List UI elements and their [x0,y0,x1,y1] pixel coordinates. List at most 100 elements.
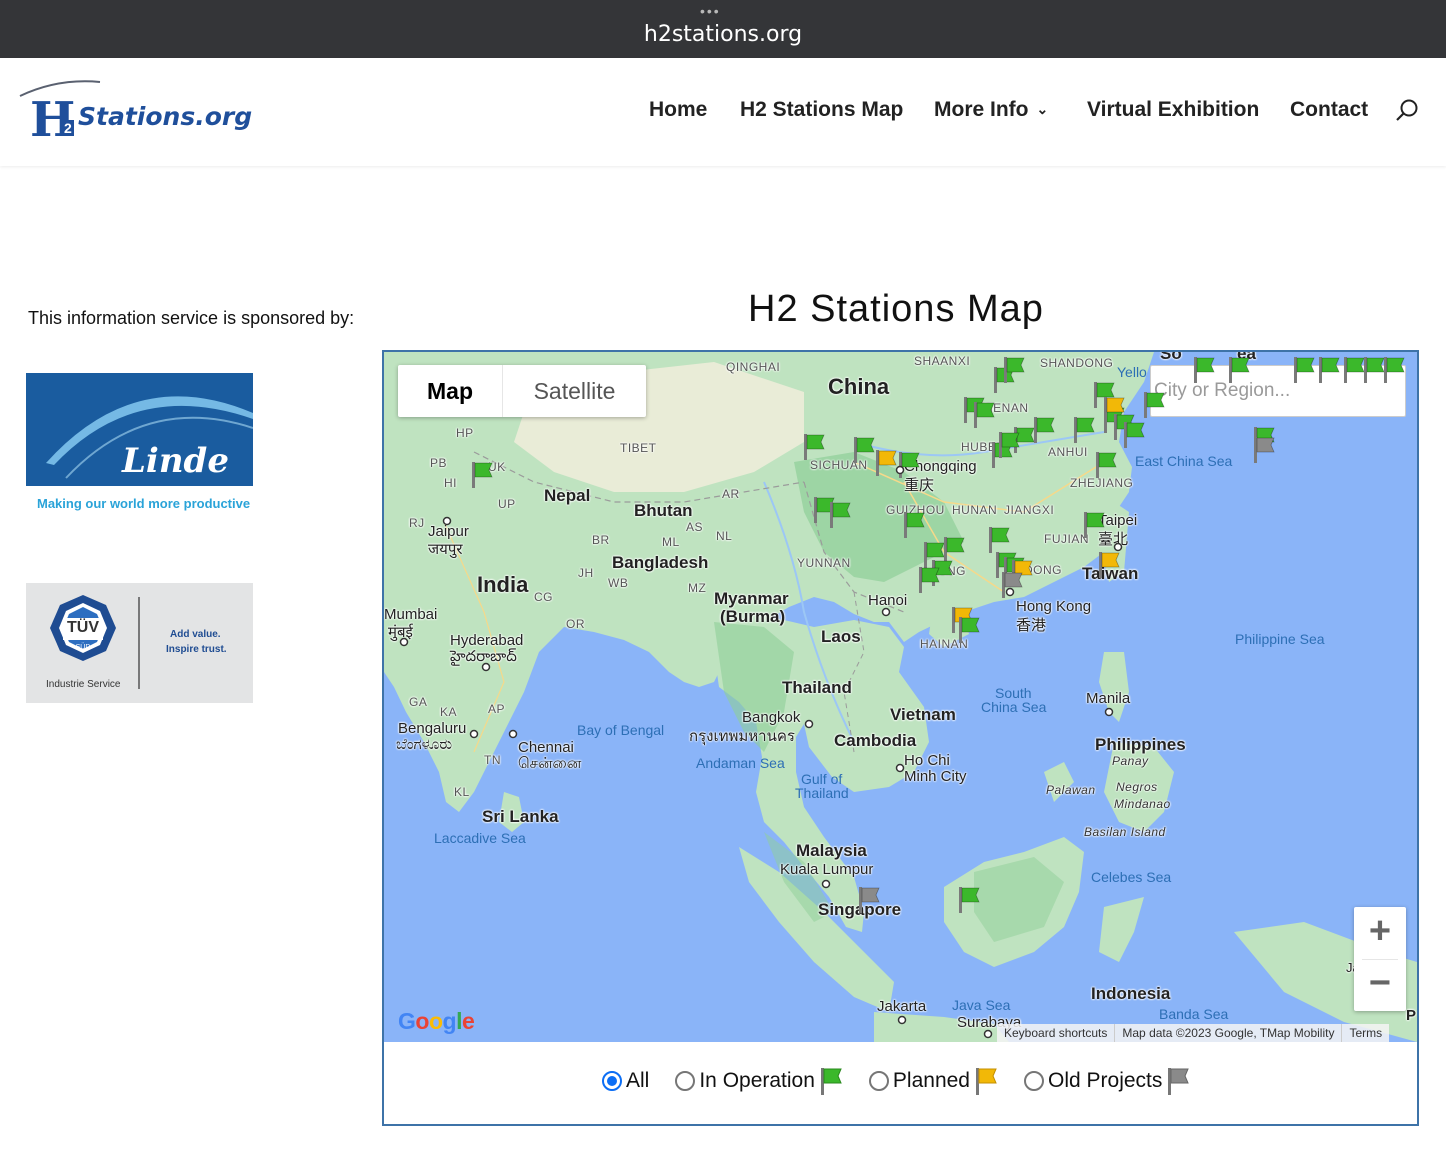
map-canvas[interactable]: Map Satellite China India Nepal Bhutan B… [384,352,1417,1042]
gray-flag-icon [1168,1068,1190,1095]
tuv-division: Industrie Service [46,679,121,690]
green-flag-icon [820,1068,842,1095]
yellow-flag-icon [976,1068,997,1095]
station-flag-in-operation[interactable] [989,527,1010,553]
keyboard-shortcuts-link[interactable]: Keyboard shortcuts [997,1024,1116,1042]
station-flag-in-operation[interactable] [1074,417,1095,443]
logo-text: Stations.org [78,102,253,131]
station-flag-in-operation[interactable] [472,462,493,488]
station-flag-in-operation[interactable] [1014,427,1035,453]
station-flag-in-operation[interactable] [904,512,925,538]
station-flag-in-operation[interactable] [1194,357,1215,383]
more-options-icon[interactable]: ••• [700,3,721,19]
city-dot [804,719,814,729]
station-flag-in-operation[interactable] [804,434,825,460]
tuv-mark: TÜV [67,619,99,636]
filter-in-operation[interactable]: In Operation [675,1066,843,1096]
city-dot [821,879,831,889]
city-dot [481,662,491,672]
zoom-in-button[interactable]: + [1354,907,1406,959]
station-flag-in-operation[interactable] [1144,392,1165,418]
city-dot [881,607,891,617]
radio-in-operation[interactable] [675,1071,696,1091]
station-flag-in-operation[interactable] [854,437,875,463]
url-text[interactable]: h2stations.org [0,22,1446,47]
station-flag-in-operation[interactable] [1034,417,1055,443]
terms-link[interactable]: Terms [1342,1024,1389,1042]
city-dot [1104,707,1114,717]
station-flag-in-operation[interactable] [1084,512,1105,538]
station-flag-in-operation[interactable] [1096,452,1117,478]
linde-wordmark: Linde [122,441,229,481]
map-attribution: Keyboard shortcuts Map data ©2023 Google… [997,1024,1390,1042]
tuv-slogan-1: Add value. [170,629,221,640]
google-logo[interactable]: Google [398,1008,475,1035]
filter-old-projects-label: Old Projects [1048,1069,1163,1092]
nav-home[interactable]: Home [649,98,707,122]
station-flag-in-operation[interactable] [1344,357,1365,383]
city-dot [897,1015,907,1025]
city-dot [469,729,479,739]
linde-sponsor-logo[interactable]: Linde Making our world more productive [26,373,254,519]
site-logo[interactable]: H 2 Stations.org [18,78,252,148]
sponsor-text: This information service is sponsored by… [28,308,355,328]
station-flag-old[interactable] [859,887,880,913]
radio-all[interactable] [602,1071,622,1091]
city-dot [895,465,905,475]
station-flag-in-operation[interactable] [944,537,965,563]
filter-old-projects[interactable]: Old Projects [1024,1066,1190,1096]
map-container: Map Satellite China India Nepal Bhutan B… [382,350,1419,1126]
nav-more-info-label: More Info [934,98,1029,121]
station-flag-in-operation[interactable] [1004,357,1025,383]
city-dot [895,763,905,773]
nav-contact[interactable]: Contact [1290,98,1368,122]
linde-tagline: Making our world more productive [37,496,251,511]
filter-all[interactable]: All [602,1069,649,1093]
station-flag-in-operation[interactable] [1124,422,1145,448]
city-dot [1113,542,1123,552]
page-title: H2 Stations Map [748,288,1044,330]
city-dot [399,637,409,647]
station-flag-in-operation[interactable] [1364,357,1385,383]
chevron-down-icon: ⌄ [1036,101,1049,117]
city-dot [1005,587,1015,597]
filter-planned[interactable]: Planned [868,1066,998,1096]
nav-more-info[interactable]: More Info ⌄ [934,98,1048,122]
nav-virtual-exhibition[interactable]: Virtual Exhibition [1087,98,1259,122]
browser-url-bar: ••• h2stations.org [0,0,1446,58]
zoom-out-button[interactable]: − [1354,959,1406,1011]
search-icon[interactable] [1394,98,1420,124]
station-flag-in-operation[interactable] [830,502,851,528]
zoom-separator [1362,959,1398,960]
tuv-sponsor-logo[interactable]: TÜV SÜD Industrie Service Add value. Ins… [26,583,253,703]
station-flag-in-operation[interactable] [1384,357,1405,383]
filter-in-operation-label: In Operation [699,1069,815,1092]
radio-planned[interactable] [868,1071,889,1091]
zoom-control: + − [1354,907,1406,1011]
site-header: H 2 Stations.org Home H2 Stations Map Mo… [0,58,1446,166]
station-filter-group: All In Operation Planned Old Projects [602,1064,1216,1098]
station-flag-in-operation[interactable] [959,617,980,643]
station-flag-in-operation[interactable] [899,452,920,478]
radio-old-projects[interactable] [1024,1071,1044,1091]
station-flag-in-operation[interactable] [1229,357,1250,383]
station-markers-layer [399,357,1405,1039]
tuv-slogan-2: Inspire trust. [166,644,227,655]
filter-all-label: All [626,1069,650,1092]
station-flag-old[interactable] [1254,437,1275,463]
logo-two: 2 [62,120,74,136]
station-flag-in-operation[interactable] [974,402,995,428]
city-dot [442,516,452,526]
tuv-sub: SÜD [75,644,91,651]
station-flag-in-operation[interactable] [1319,357,1340,383]
filter-planned-label: Planned [892,1069,970,1092]
map-data-text: Map data ©2023 Google, TMap Mobility [1115,1024,1343,1042]
station-flag-in-operation[interactable] [919,567,940,593]
city-dot [983,1029,993,1039]
station-flag-planned[interactable] [876,450,897,476]
station-flag-planned[interactable] [1099,552,1120,578]
station-flag-in-operation[interactable] [959,887,980,913]
station-flag-in-operation[interactable] [1294,357,1315,383]
city-dot [508,729,518,739]
nav-h2-stations-map[interactable]: H2 Stations Map [740,98,903,122]
